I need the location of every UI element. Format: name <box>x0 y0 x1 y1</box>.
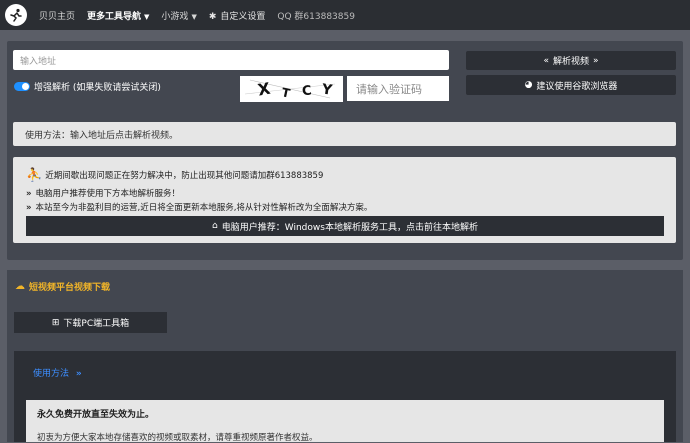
captcha-image[interactable]: X T C Y <box>240 76 343 102</box>
double-chevron-right-icon: » <box>26 203 32 213</box>
chrome-icon: ◕ <box>524 80 533 90</box>
parse-video-button[interactable]: « 解析视频 » <box>466 51 676 70</box>
enhanced-parse-toggle[interactable] <box>14 82 30 91</box>
captcha-input[interactable]: 请输入验证码 <box>347 76 449 101</box>
browser-recommend-button[interactable]: ◕ 建议使用谷歌浏览器 <box>466 75 676 95</box>
notice-line-3-text: 本站至今为非盈利目的运营,近日将全面更新本地服务,将从针对性解析改为全面解决方案… <box>35 203 373 213</box>
parse-video-label: 解析视频 <box>552 57 589 67</box>
svg-text:C: C <box>301 83 312 99</box>
site-logo[interactable] <box>5 4 27 26</box>
nav-home-link[interactable]: 贝贝主页 <box>39 9 75 22</box>
notice-line-1-text: 近期间歇出现问题正在努力解决中，防止出现其他问题请加群613883859 <box>45 171 324 181</box>
enhanced-parse-label: 增强解析 (如果失败请尝试关闭) <box>34 83 161 93</box>
browser-recommend-label: 建议使用谷歌浏览器 <box>536 81 618 92</box>
svg-text:T: T <box>280 85 292 101</box>
nav-custom-settings-label: 自定义设置 <box>220 11 266 22</box>
notice-line-2: » 电脑用户推荐使用下方本地解析服务！ <box>26 187 180 199</box>
notice-line-1: ⛹ 近期间歇出现问题正在努力解决中，防止出现其他问题请加群613883859 <box>26 168 323 183</box>
svg-text:Y: Y <box>320 81 334 99</box>
download-pc-toolbox-label: 下载PC端工具箱 <box>63 319 130 329</box>
nav-more-tools-label: 更多工具导航 <box>87 11 142 22</box>
free-notice-desc: 初衷为方便大家本地存储喜欢的视频或取素材，请尊重视频原著作者权益。 <box>37 433 318 443</box>
runner-logo-icon <box>10 8 22 22</box>
nav-more-tools-menu[interactable]: 更多工具导航 ▼ <box>87 9 149 22</box>
local-service-label: 电脑用户推荐：Windows本地解析服务工具，点击前往本地解析 <box>221 222 478 233</box>
person-icon: ⛹ <box>26 168 43 183</box>
notice-line-3: » 本站至今为非盈利目的运营,近日将全面更新本地服务,将从针对性解析改为全面解决方… <box>26 201 372 213</box>
download-pc-toolbox-button[interactable]: ⊞ 下载PC端工具箱 <box>14 312 167 333</box>
nav-qq-group: QQ 群613883859 <box>277 11 355 22</box>
caret-down-icon: ▼ <box>191 12 197 21</box>
usage-link[interactable]: 使用方法 » <box>33 366 82 379</box>
nav-games-label: 小游戏 <box>161 11 189 22</box>
short-video-title: ☁ 短视频平台视频下载 <box>15 280 110 293</box>
usage-text: 使用方法：输入地址后点击解析视频。 <box>25 130 179 141</box>
notice-line-2-text: 电脑用户推荐使用下方本地解析服务！ <box>35 189 181 199</box>
caret-down-icon: ▼ <box>144 12 150 21</box>
double-chevron-right-icon: » <box>593 55 599 66</box>
free-notice-title: 永久免费开放直至失效为止。 <box>37 410 155 420</box>
double-chevron-right-icon: » <box>75 369 82 379</box>
windows-icon: ⊞ <box>51 317 60 328</box>
double-chevron-right-icon: » <box>26 189 32 199</box>
captcha-glyphs: X T C Y <box>244 79 336 101</box>
usage-box: 使用方法：输入地址后点击解析视频。 <box>13 122 676 146</box>
local-service-button[interactable]: ⌂ 电脑用户推荐：Windows本地解析服务工具，点击前往本地解析 <box>26 216 664 236</box>
top-nav: 贝贝主页 更多工具导航 ▼ 小游戏 ▼ ✱ 自定义设置 QQ 群613883859 <box>0 0 690 30</box>
cloud-icon: ☁ <box>15 281 25 292</box>
nav-games-menu[interactable]: 小游戏 ▼ <box>161 9 196 22</box>
gear-icon: ✱ <box>208 11 217 22</box>
nav-custom-settings-link[interactable]: ✱ 自定义设置 <box>209 9 266 22</box>
svg-text:X: X <box>256 79 272 100</box>
usage-link-label: 使用方法 <box>33 369 70 379</box>
url-input[interactable]: 输入地址 <box>13 50 449 70</box>
double-chevron-left-icon: « <box>543 55 549 66</box>
home-icon: ⌂ <box>212 221 218 231</box>
short-video-title-text: 短视频平台视频下载 <box>29 283 111 293</box>
